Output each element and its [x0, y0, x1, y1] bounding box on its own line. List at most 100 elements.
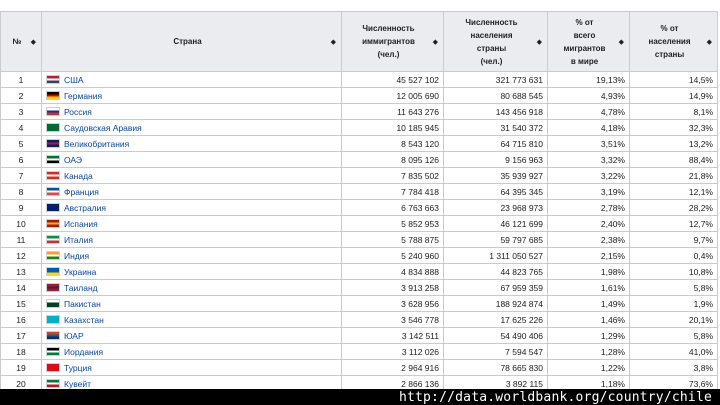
share-population-cell: 14,5%: [629, 71, 718, 88]
country-cell: Иордания: [41, 343, 342, 360]
population-cell: 46 121 699: [443, 215, 548, 232]
population-cell: 44 823 765: [443, 263, 548, 280]
share-world-cell: 1,98%: [547, 263, 630, 280]
share-world-cell: 3,22%: [547, 167, 630, 184]
table-row: 15 Пакистан 3 628 956 188 924 874 1,49% 1,9%: [0, 295, 718, 312]
sort-icon[interactable]: ◆: [31, 36, 36, 49]
share-population-cell: 88,4%: [629, 151, 718, 168]
immigrants-cell: 8 095 126: [341, 151, 444, 168]
share-world-cell: 3,19%: [547, 183, 630, 200]
country-cell: Франция: [41, 183, 342, 200]
sort-icon[interactable]: ◆: [433, 36, 438, 49]
country-cell: Индия: [41, 247, 342, 264]
country-link[interactable]: Саудовская Аравия: [64, 123, 142, 133]
flag-icon: [46, 282, 60, 292]
country-link[interactable]: Казахстан: [64, 315, 104, 325]
country-cell: Италия: [41, 231, 342, 248]
country-link[interactable]: Италия: [64, 235, 93, 245]
flag-icon: [46, 362, 60, 372]
population-cell: 80 688 545: [443, 87, 548, 104]
table-row: 19 Турция 2 964 916 78 665 830 1,22% 3,8%: [0, 359, 718, 376]
country-link[interactable]: Кувейт: [64, 379, 91, 389]
share-world-cell: 3,51%: [547, 135, 630, 152]
immigrants-cell: 10 185 945: [341, 119, 444, 136]
population-cell: 31 540 372: [443, 119, 548, 136]
immigrants-cell: 2 964 916: [341, 359, 444, 376]
flag-icon: [46, 218, 60, 228]
share-world-cell: 1,49%: [547, 295, 630, 312]
table-row: 4 Саудовская Аравия 10 185 945 31 540 372 4,…: [0, 119, 718, 136]
country-link[interactable]: Франция: [64, 187, 99, 197]
column-header-country[interactable]: Страна ◆: [41, 11, 342, 72]
immigrants-cell: 11 643 276: [341, 103, 444, 120]
country-link[interactable]: Пакистан: [64, 299, 101, 309]
flag-icon: [46, 298, 60, 308]
immigrants-cell: 3 546 778: [341, 311, 444, 328]
share-world-cell: 4,18%: [547, 119, 630, 136]
column-header-share-world[interactable]: % от всего мигрантов в мире ◆: [547, 11, 630, 72]
country-cell: Германия: [41, 87, 342, 104]
country-link[interactable]: Великобритания: [64, 139, 129, 149]
share-world-cell: 2,15%: [547, 247, 630, 264]
row-number: 19: [0, 359, 42, 376]
table-row: 1 США 45 527 102 321 773 631 19,13% 14,5%: [0, 71, 718, 88]
country-link[interactable]: Испания: [64, 219, 98, 229]
row-number: 15: [0, 295, 42, 312]
flag-icon: [46, 378, 60, 388]
share-population-cell: 41,0%: [629, 343, 718, 360]
country-link[interactable]: Германия: [64, 91, 102, 101]
share-population-cell: 5,8%: [629, 327, 718, 344]
immigrants-cell: 12 005 690: [341, 87, 444, 104]
immigrants-cell: 7 835 502: [341, 167, 444, 184]
country-link[interactable]: Украина: [64, 267, 96, 277]
table-row: 12 Индия 5 240 960 1 311 050 527 2,15% 0,4%: [0, 247, 718, 264]
immigrants-cell: 5 852 953: [341, 215, 444, 232]
population-cell: 17 625 226: [443, 311, 548, 328]
flag-icon: [46, 122, 60, 132]
sort-icon[interactable]: ◆: [331, 36, 336, 49]
row-number: 16: [0, 311, 42, 328]
column-header-number[interactable]: № ◆: [0, 11, 42, 72]
share-population-cell: 10,8%: [629, 263, 718, 280]
country-cell: Россия: [41, 103, 342, 120]
share-world-cell: 3,32%: [547, 151, 630, 168]
sort-icon[interactable]: ◆: [619, 36, 624, 49]
flag-icon: [46, 234, 60, 244]
sort-icon[interactable]: ◆: [707, 36, 712, 49]
flag-icon: [46, 266, 60, 276]
country-link[interactable]: Австралия: [64, 203, 106, 213]
country-cell: Украина: [41, 263, 342, 280]
population-cell: 35 939 927: [443, 167, 548, 184]
country-cell: ОАЭ: [41, 151, 342, 168]
country-link[interactable]: Турция: [64, 363, 92, 373]
column-header-immigrants[interactable]: Численность иммигрантов (чел.) ◆: [341, 11, 444, 72]
country-cell: Австралия: [41, 199, 342, 216]
sort-icon[interactable]: ◆: [537, 36, 542, 49]
country-link[interactable]: Россия: [64, 107, 92, 117]
row-number: 11: [0, 231, 42, 248]
table-row: 17 ЮАР 3 142 511 54 490 406 1,29% 5,8%: [0, 327, 718, 344]
country-link[interactable]: ЮАР: [64, 331, 84, 341]
population-cell: 23 968 973: [443, 199, 548, 216]
immigrants-cell: 8 543 120: [341, 135, 444, 152]
row-number: 7: [0, 167, 42, 184]
country-link[interactable]: Канада: [64, 171, 93, 181]
share-world-cell: 2,78%: [547, 199, 630, 216]
share-world-cell: 1,46%: [547, 311, 630, 328]
country-link[interactable]: Иордания: [64, 347, 103, 357]
country-link[interactable]: США: [64, 75, 84, 85]
table-container: № ◆ Страна ◆ Численность иммигрантов (чел.…: [0, 11, 720, 392]
column-header-share-population[interactable]: % от населения страны ◆: [629, 11, 718, 72]
row-number: 13: [0, 263, 42, 280]
country-link[interactable]: Индия: [64, 251, 89, 261]
flag-icon: [46, 346, 60, 356]
country-cell: Турция: [41, 359, 342, 376]
country-link[interactable]: Таиланд: [64, 283, 98, 293]
column-header-population[interactable]: Численность населения страны (чел.) ◆: [443, 11, 548, 72]
url-caption-bar: http://data.worldbank.org/country/chile: [0, 389, 720, 405]
country-link[interactable]: ОАЭ: [64, 155, 82, 165]
flag-icon: [46, 138, 60, 148]
country-cell: Испания: [41, 215, 342, 232]
row-number: 9: [0, 199, 42, 216]
immigrants-cell: 3 628 956: [341, 295, 444, 312]
